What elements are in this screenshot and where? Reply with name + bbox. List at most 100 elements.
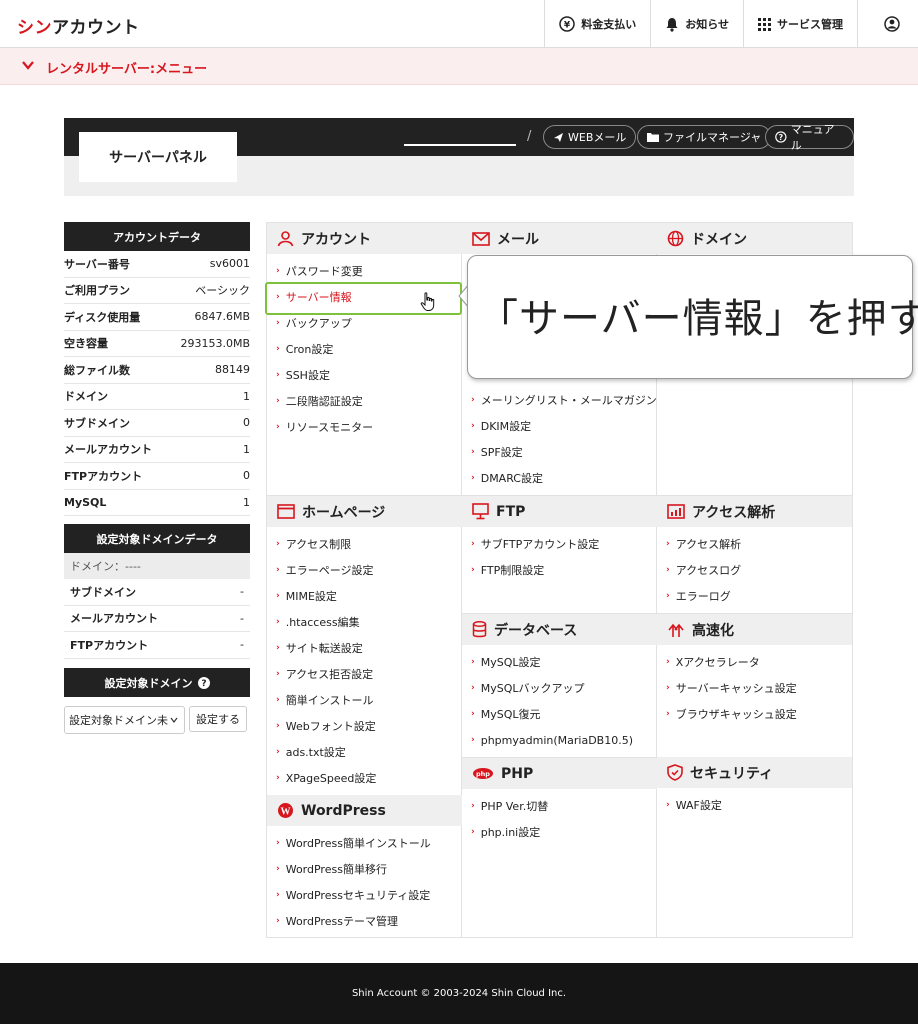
row-value: 0	[243, 416, 250, 430]
menu-link[interactable]: › リソースモニター	[267, 414, 462, 440]
domain-select[interactable]: 設定対象ドメイン未	[64, 706, 185, 734]
section-mail: メール	[462, 223, 657, 254]
menu-link-label: アクセスログ	[675, 564, 742, 577]
menu-link[interactable]: › ブラウザキャッシュ設定	[657, 701, 852, 727]
menu-link[interactable]: › 簡単インストール	[267, 687, 462, 713]
menu-link[interactable]: › Xアクセラレータ	[657, 649, 852, 675]
menu-link[interactable]: › MySQLバックアップ	[462, 675, 657, 701]
section-security: セキュリティ › WAF設定	[657, 757, 852, 818]
menu-link[interactable]: › WordPressテーマ管理	[267, 908, 462, 934]
menu-link[interactable]: › FTP制限設定	[462, 557, 657, 583]
row-key: 総ファイル数	[64, 363, 130, 377]
footer: Shin Account © 2003-2024 Shin Cloud Inc.	[0, 963, 918, 1024]
menu-link[interactable]: › MySQL復元	[462, 701, 657, 727]
account-data-row: 空き容量 293153.0MB	[64, 331, 250, 357]
chevron-right-icon: ›	[666, 683, 670, 693]
chevron-down-icon	[170, 717, 178, 723]
row-value: 293153.0MB	[180, 336, 250, 350]
menu-link[interactable]: › 二段階認証設定	[267, 388, 462, 414]
row-key: FTPアカウント	[64, 469, 143, 483]
account-data-row: ディスク使用量 6847.6MB	[64, 304, 250, 331]
chevron-right-icon: ›	[471, 539, 475, 549]
server-panel-tab[interactable]: サーバーパネル	[79, 132, 237, 182]
webmail-button[interactable]: WEBメール	[543, 125, 637, 149]
menu-link[interactable]: › php.ini設定	[462, 819, 657, 845]
menu-link[interactable]: › DKIM設定	[462, 413, 657, 439]
menu-link[interactable]: › パスワード変更	[267, 258, 462, 284]
chevron-right-icon: ›	[276, 318, 280, 328]
menu-bar[interactable]: レンタルサーバー:メニュー	[0, 48, 918, 85]
menu-link-label: Xアクセラレータ	[675, 656, 760, 669]
row-value: -	[240, 638, 244, 652]
menu-link-label: FTP制限設定	[480, 564, 545, 577]
payment-nav[interactable]: ¥ 料金支払い	[544, 0, 650, 48]
menu-link[interactable]: › DMARC設定	[462, 465, 657, 491]
menu-link[interactable]: › アクセス拒否設定	[267, 661, 462, 687]
menu-link[interactable]: › エラーページ設定	[267, 557, 462, 583]
chevron-right-icon: ›	[471, 827, 475, 837]
manual-button[interactable]: ? マニュアル	[765, 123, 854, 152]
menu-link[interactable]: › WordPressセキュリティ設定	[267, 882, 462, 908]
domain-underline	[404, 144, 516, 146]
row-key: 空き容量	[64, 337, 108, 351]
menu-link[interactable]: › エラーログ	[657, 583, 852, 609]
menu-link[interactable]: › サーバーキャッシュ設定	[657, 675, 852, 701]
menu-link[interactable]: › .htaccess編集	[267, 609, 462, 635]
menu-link[interactable]: › アクセスログ	[657, 557, 852, 583]
chevron-right-icon: ›	[666, 800, 670, 810]
menu-link[interactable]: › メーリングリスト・メールマガジン	[462, 387, 657, 413]
menu-link-label: 二段階認証設定	[285, 395, 363, 408]
chevron-right-icon: ›	[276, 643, 280, 653]
menu-link-label: PHP Ver.切替	[480, 800, 549, 813]
section-database-header: データベース	[462, 614, 657, 645]
account-data-row: サーバー番号 sv6001	[64, 251, 250, 278]
menu-link[interactable]: › SSH設定	[267, 362, 462, 388]
notice-nav[interactable]: お知らせ	[650, 0, 743, 48]
send-icon	[554, 132, 563, 142]
section-account: アカウント › パスワード変更 › サーバー情報 › バックアップ › Cron設定 › SSH設…	[267, 223, 462, 440]
menu-link[interactable]: › XPageSpeed設定	[267, 765, 462, 791]
chevron-right-icon: ›	[471, 565, 475, 575]
service-nav[interactable]: サービス管理	[743, 0, 857, 48]
menu-link[interactable]: › WordPress簡単移行	[267, 856, 462, 882]
chevron-right-icon: ›	[471, 421, 475, 431]
folder-icon	[647, 133, 659, 142]
menu-link-label: アクセス制限	[285, 538, 352, 551]
menu-link-label: ブラウザキャッシュ設定	[675, 708, 797, 721]
globe-icon	[667, 230, 684, 247]
row-key: ドメイン	[64, 390, 108, 404]
menu-link[interactable]: › phpmyadmin(MariaDB10.5)	[462, 727, 657, 753]
user-icon	[884, 16, 900, 32]
chevron-right-icon: ›	[471, 801, 475, 811]
menu-link[interactable]: › ads.txt設定	[267, 739, 462, 765]
user-nav[interactable]	[857, 0, 918, 48]
menu-link[interactable]: › SPF設定	[462, 439, 657, 465]
target-domain-panel: 設定対象ドメイン ?	[64, 668, 250, 697]
menu-link[interactable]: › WordPress簡単インストール	[267, 830, 462, 856]
account-data-row: 総ファイル数 88149	[64, 357, 250, 384]
menu-link[interactable]: › サブFTPアカウント設定	[462, 531, 657, 557]
section-speed-header: 高速化	[657, 614, 852, 645]
menu-link-label: .htaccess編集	[285, 616, 360, 629]
file-manager-button[interactable]: ファイルマネージャ	[637, 125, 772, 149]
menu-link-label: SPF設定	[480, 446, 523, 459]
chevron-right-icon: ›	[276, 747, 280, 757]
domain-data-row: FTPアカウント -	[64, 632, 250, 659]
logo[interactable]: シンアカウント	[17, 13, 140, 38]
menu-link[interactable]: › アクセス解析	[657, 531, 852, 557]
set-domain-button[interactable]: 設定する	[189, 706, 247, 732]
menu-link[interactable]: › サイト転送設定	[267, 635, 462, 661]
menu-link[interactable]: › MySQL設定	[462, 649, 657, 675]
domain-data-row: サブドメイン -	[64, 579, 250, 606]
section-mail-links: › メーリングリスト・メールマガジン › DKIM設定 › SPF設定 › DMARC設定	[462, 383, 657, 491]
help-icon[interactable]: ?	[197, 676, 210, 689]
row-key: ご利用プラン	[64, 284, 130, 298]
menu-link-label: php.ini設定	[480, 826, 541, 839]
menu-link[interactable]: › Cron設定	[267, 336, 462, 362]
menu-link[interactable]: › Webフォント設定	[267, 713, 462, 739]
menu-link[interactable]: › MIME設定	[267, 583, 462, 609]
menu-link[interactable]: › WAF設定	[657, 792, 852, 818]
menu-link[interactable]: › アクセス制限	[267, 531, 462, 557]
chevron-right-icon: ›	[471, 447, 475, 457]
menu-link[interactable]: › PHP Ver.切替	[462, 793, 657, 819]
